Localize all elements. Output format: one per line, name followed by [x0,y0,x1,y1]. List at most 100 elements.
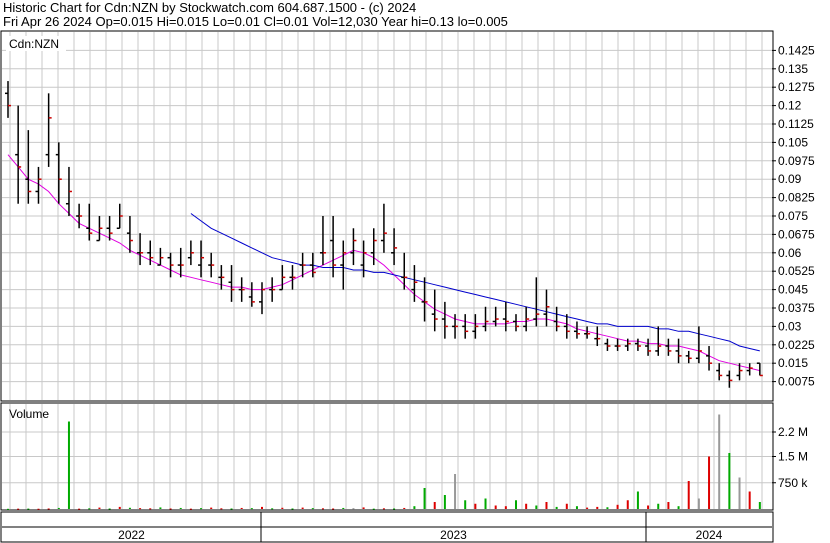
volume-bar [200,508,203,510]
volume-panel-label: Volume [9,407,49,421]
price-tick-label: 0.0975 [778,154,815,168]
volume-bar [372,508,375,510]
volume-bar [250,508,253,510]
volume-bar [362,507,365,509]
price-tick-label: 0.0675 [778,227,815,241]
volume-bar [616,504,619,509]
volume-bar [261,506,263,509]
volume-bar [413,506,416,509]
price-tick-label: 0.0225 [778,338,815,352]
volume-bar [596,506,599,509]
volume-bar [139,508,142,510]
volume-bar [332,508,335,510]
volume-bar [78,508,81,510]
volume-bar [504,506,507,509]
price-grid [2,32,772,400]
volume-bar [464,500,467,509]
volume-axis: 2.2 M 1.5 M 750 k [772,425,808,490]
volume-bar [758,502,761,509]
volume-bar [108,508,111,510]
volume-bar [382,508,385,510]
volume-bar [118,506,121,509]
volume-bar [423,488,426,509]
volume-tick-label: 2.2 M [778,425,808,439]
volume-bar [169,508,172,510]
volume-bar [657,503,660,509]
volume-tick-label: 1.5 M [778,450,808,464]
price-axis: 0.1425 0.135 0.1275 0.12 0.1125 0.105 0.0975 0.… [772,43,815,389]
price-tick-label: 0.0075 [778,375,815,389]
volume-bar [718,414,721,509]
volume-bar [728,453,731,509]
price-tick-label: 0.0525 [778,264,815,278]
volume-bar [575,506,578,509]
volume-bar [474,503,477,509]
volume-bar [626,500,629,509]
stock-chart: 0.1425 0.135 0.1275 0.12 0.1125 0.105 0.0975 0.… [0,30,815,543]
volume-bar [179,507,182,509]
volume-bar [443,495,446,509]
volume-bar [37,508,40,510]
volume-bar [535,505,538,509]
volume-bar [321,508,324,510]
price-tick-label: 0.135 [778,62,808,76]
volume-bar [342,507,345,509]
volume-bar [708,456,711,509]
volume-bar [738,477,741,509]
volume-bar [47,508,50,510]
price-tick-label: 0.075 [778,209,808,223]
volume-bar [352,508,355,510]
volume-bar [677,506,680,509]
volume-bar [433,502,436,509]
volume-bar [393,508,396,510]
volume-bar [281,507,284,509]
volume-bar [149,508,152,510]
volume-bar [606,507,609,509]
price-tick-label: 0.0375 [778,301,815,315]
price-tick-label: 0.045 [778,283,808,297]
volume-tick-label: 750 k [778,476,808,490]
volume-bar [159,507,162,509]
volume-bar [687,481,690,509]
volume-bar [27,508,30,510]
price-tick-label: 0.03 [778,319,802,333]
volume-bar [545,502,548,509]
volume-bar [586,507,589,509]
volume-bar [210,507,213,509]
volume-bar [565,503,568,509]
volume-bar [220,508,223,510]
volume-bar [484,498,487,509]
volume-bar [57,507,60,509]
volume-bar [647,505,650,509]
volume-bar [301,507,304,509]
volume-bar [525,503,528,509]
volume-bar [189,508,192,510]
year-label: 2024 [696,528,723,542]
volume-bar [494,505,497,509]
volume-bar [697,498,700,509]
price-tick-label: 0.015 [778,356,808,370]
volume-bar [403,507,406,509]
price-panel-label: Cdn:NZN [9,37,59,51]
volume-bar [98,507,101,509]
volume-bar [88,508,91,510]
price-tick-label: 0.105 [778,135,808,149]
volume-bar [17,508,20,510]
volume-bar [271,508,274,510]
volume-bar [67,421,70,509]
price-tick-label: 0.06 [778,246,802,260]
volume-bar [240,507,243,509]
volume-bar [636,491,639,509]
volume-bar [7,508,9,510]
price-tick-label: 0.09 [778,172,802,186]
price-tick-label: 0.1425 [778,43,815,57]
year-label: 2022 [118,528,145,542]
volume-bar [515,500,517,509]
price-tick-label: 0.12 [778,99,802,113]
volume-bar [311,508,314,510]
price-tick-label: 0.1125 [778,117,814,131]
volume-bar [667,502,670,509]
volume-bar [454,474,457,509]
year-label: 2023 [440,528,467,542]
volume-bar [555,506,558,509]
